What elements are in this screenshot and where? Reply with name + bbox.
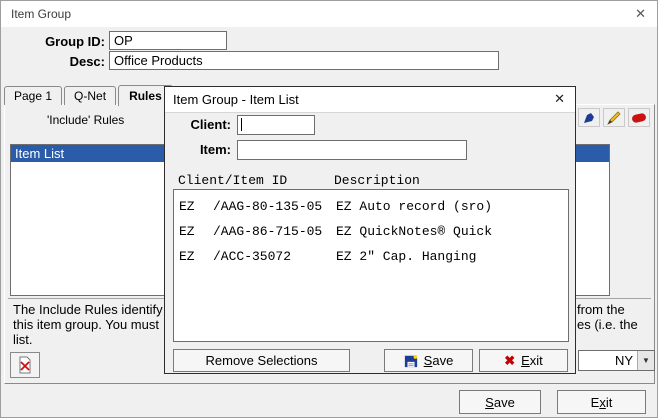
item-label: Item:: [199, 142, 231, 157]
pencil-button[interactable]: [603, 108, 625, 127]
desc-label: Desc:: [69, 54, 105, 69]
chevron-down-icon[interactable]: ▼: [637, 351, 654, 370]
desc-input[interactable]: [109, 51, 499, 70]
pencil-icon: [607, 110, 621, 125]
dialog-title-bar: Item Group - Item List ✕: [165, 87, 575, 113]
rules-toolbar: [578, 108, 650, 127]
client-input[interactable]: [237, 115, 315, 135]
dialog-save-button[interactable]: Save: [384, 349, 473, 372]
help-text-right: from the es (i.e. the: [577, 302, 638, 332]
include-rules-label: 'Include' Rules: [47, 113, 125, 127]
tab-qnet[interactable]: Q-Net: [64, 86, 117, 105]
title-bar: Item Group ✕: [1, 1, 657, 27]
cell-description: EZ Auto record (sro): [336, 199, 493, 214]
text-cursor: [241, 118, 242, 131]
cell-item-id: /AAG-86-715-05: [213, 224, 323, 239]
eraser-button[interactable]: [628, 108, 650, 127]
pen-icon: [584, 112, 594, 123]
floppy-disk-icon: [404, 354, 417, 367]
cell-client: EZ: [179, 199, 195, 214]
group-id-label: Group ID:: [45, 34, 105, 49]
red-x-icon: ✖: [504, 353, 516, 368]
tab-page1[interactable]: Page 1: [4, 86, 63, 105]
exit-button-label: Exit: [590, 394, 613, 410]
tab-strip: Page 1 Q-Net Rules: [4, 85, 175, 106]
cell-client: EZ: [179, 224, 195, 239]
client-label: Client:: [190, 117, 231, 132]
document-x-icon: [19, 356, 31, 374]
cell-item-id: /AAG-80-135-05: [213, 199, 323, 214]
table-row[interactable]: EZ /AAG-80-135-05 EZ Auto record (sro): [174, 197, 568, 222]
dialog-exit-button[interactable]: ✖ Exit: [479, 349, 568, 372]
window-title: Item Group: [11, 7, 72, 21]
region-combo[interactable]: NY ▼: [578, 350, 655, 371]
help-text-left: The Include Rules identify v this item g…: [13, 302, 173, 347]
dialog-title: Item Group - Item List: [173, 92, 299, 107]
item-list-dialog: Item Group - Item List ✕ Client: Item: C…: [164, 86, 576, 374]
column-header-client-item-id: Client/Item ID: [178, 173, 288, 188]
column-header-description: Description: [334, 173, 420, 188]
remove-selections-button[interactable]: Remove Selections: [173, 349, 350, 372]
exit-button[interactable]: Exit: [557, 390, 646, 414]
item-input[interactable]: [237, 140, 467, 160]
cell-client: EZ: [179, 249, 195, 264]
clear-list-button[interactable]: [10, 352, 40, 378]
item-group-window: Item Group ✕ Group ID: Desc: Page 1 Q-Ne…: [0, 0, 658, 418]
cell-description: EZ 2" Cap. Hanging: [336, 249, 477, 264]
combo-value: NY: [615, 353, 634, 368]
pen-button[interactable]: [578, 108, 600, 127]
table-row[interactable]: EZ /AAG-86-715-05 EZ QuickNotes® Quick: [174, 222, 568, 247]
eraser-icon: [632, 112, 646, 123]
exit-button-label: Exit: [521, 353, 543, 368]
close-icon[interactable]: ✕: [635, 6, 646, 22]
save-button[interactable]: Save: [459, 390, 541, 414]
item-list[interactable]: EZ /AAG-80-135-05 EZ Auto record (sro) E…: [173, 189, 569, 342]
cell-description: EZ QuickNotes® Quick: [336, 224, 493, 239]
save-button-label: Save: [423, 353, 454, 368]
save-button-label: Save: [485, 394, 515, 410]
table-row[interactable]: EZ /ACC-35072 EZ 2" Cap. Hanging: [174, 247, 568, 272]
group-id-input[interactable]: [109, 31, 227, 50]
cell-item-id: /ACC-35072: [213, 249, 292, 264]
dialog-close-icon[interactable]: ✕: [554, 91, 565, 107]
